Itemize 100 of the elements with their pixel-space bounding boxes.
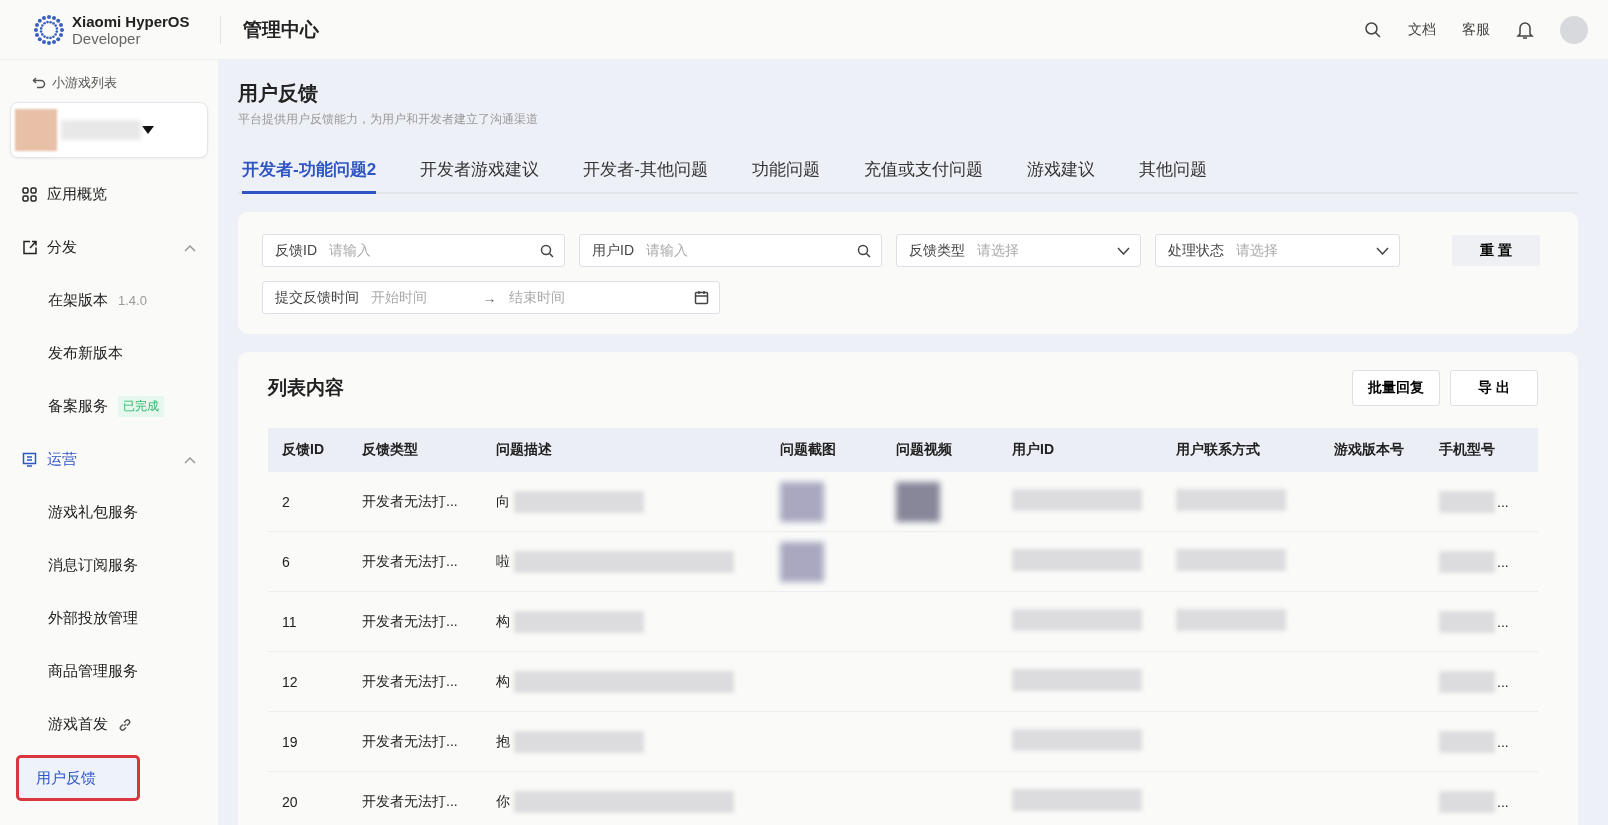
grid-icon (22, 187, 37, 202)
header-link[interactable]: 文档 (1408, 20, 1436, 39)
status-badge: 已完成 (118, 396, 164, 417)
table-cell: 抱 (496, 732, 510, 751)
nav-item[interactable]: 游戏首发 (10, 698, 208, 751)
nav-group-header[interactable]: 分发 (10, 221, 208, 274)
search-icon (540, 243, 554, 258)
section-title: 管理中心 (242, 17, 319, 42)
column-header: 用户ID (1012, 441, 1055, 459)
chain-link-icon (118, 717, 132, 732)
blurred-text (1439, 790, 1495, 813)
nav-item[interactable]: 在架版本 1.4.0 (10, 274, 208, 327)
table-cell-text: 开发者无法打... (362, 552, 459, 571)
tab[interactable]: 开发者-其他问题 (583, 154, 708, 194)
brand-subtitle: Developer (72, 29, 141, 47)
search-icon (857, 243, 871, 258)
table-cell-text: 6 (282, 553, 291, 570)
table-cell-text: 11 (282, 613, 298, 630)
table-cell: 构 (496, 612, 510, 631)
tab[interactable]: 充值或支付问题 (863, 154, 983, 194)
action-button[interactable]: 导 出 (1450, 370, 1538, 406)
brand-name: Xiaomi HyperOS (72, 12, 190, 30)
table-cell: ... (1497, 733, 1509, 750)
field-label: 处理状态 (1168, 241, 1224, 260)
table-cell: ... (1497, 493, 1509, 510)
table-cell-text: 开发者无法打... (362, 792, 459, 811)
tab[interactable]: 游戏建议 (1026, 154, 1095, 194)
list-title: 列表内容 (268, 376, 344, 400)
nav-item[interactable]: 消息订阅服务 (10, 539, 208, 592)
column-header: 问题截图 (780, 441, 837, 459)
blurred-text (1439, 490, 1495, 513)
nav-item[interactable]: 备案服务 已完成 (10, 380, 208, 433)
table-cell: ... (1497, 673, 1509, 690)
placeholder-text: 请选择 (977, 241, 1019, 260)
action-button[interactable]: 批量回复 (1352, 370, 1440, 406)
date-range-field[interactable]: 提交反馈时间 开始时间 → 结束时间 (262, 281, 720, 314)
blurred-app-thumbnail (15, 109, 57, 151)
placeholder-text: 请选择 (1236, 241, 1278, 260)
chevron-down-icon (1376, 246, 1389, 255)
dotted-ring-logo-icon (32, 12, 66, 47)
column-header: 问题视频 (896, 441, 953, 459)
table-cell: 你 (496, 792, 510, 811)
back-link[interactable]: 小游戏列表 (10, 70, 208, 102)
table-cell: 啦 (496, 552, 510, 571)
placeholder-text: 请输入 (646, 241, 688, 260)
search-field[interactable]: 用户ID 请输入 (579, 234, 882, 267)
select-field[interactable]: 反馈类型 请选择 (896, 234, 1141, 267)
placeholder-text: 结束时间 (508, 288, 566, 307)
table-cell-text: 12 (282, 673, 299, 690)
search-icon[interactable] (1364, 20, 1382, 39)
nav-group-header[interactable]: 运营 (10, 433, 208, 486)
column-header: 反馈类型 (362, 441, 419, 459)
page-subtitle: 平台提供用户反馈能力，为用户和开发者建立了沟通渠道 (238, 111, 539, 128)
nav-item[interactable]: 应用概览 (10, 168, 208, 221)
blurred-text (1439, 610, 1495, 633)
table-cell: ... (1497, 793, 1509, 810)
nav-item[interactable]: 用户反馈 (16, 755, 140, 801)
caret-icon (141, 125, 155, 135)
tab[interactable]: 开发者-功能问题2 (242, 154, 377, 194)
nav-item[interactable]: 外部投放管理 (10, 592, 208, 645)
tab[interactable]: 功能问题 (751, 154, 820, 194)
tab[interactable]: 开发者游戏建议 (420, 154, 540, 194)
bell-icon[interactable] (1516, 19, 1534, 40)
column-header: 手机型号 (1439, 441, 1496, 459)
placeholder-text: 请输入 (329, 241, 371, 260)
column-header: 用户联系方式 (1176, 441, 1261, 459)
chevron-down-icon (1117, 246, 1130, 255)
column-header: 游戏版本号 (1334, 441, 1405, 459)
nav-item[interactable]: 发布新版本 (10, 327, 208, 380)
table-cell-text: 20 (282, 793, 299, 810)
column-header: 问题描述 (496, 441, 553, 459)
table-cell-text: 开发者无法打... (362, 492, 459, 511)
table-cell-text: 2 (282, 493, 291, 510)
column-header: 反馈ID (282, 441, 325, 459)
nav-item[interactable]: 商品管理服务 (10, 645, 208, 698)
monitor-icon (22, 452, 37, 467)
blurred-text (1439, 670, 1495, 693)
blurred-text (1439, 730, 1495, 753)
table-cell: ... (1497, 613, 1509, 630)
select-field[interactable]: 处理状态 请选择 (1155, 234, 1400, 267)
table-cell: ... (1497, 553, 1509, 570)
reset-button[interactable]: 重 置 (1452, 235, 1540, 266)
range-arrow: → (482, 289, 497, 306)
table-cell-text: 开发者无法打... (362, 672, 459, 691)
header-link[interactable]: 客服 (1462, 20, 1490, 39)
search-field[interactable]: 反馈ID 请输入 (262, 234, 565, 267)
version-number: 1.4.0 (118, 293, 147, 308)
table-cell-text: 19 (282, 733, 299, 750)
field-label: 用户ID (592, 241, 634, 260)
table-cell: 构 (496, 672, 510, 691)
field-label: 反馈类型 (909, 241, 965, 260)
calendar-icon (694, 290, 709, 305)
page-title: 用户反馈 (238, 81, 319, 106)
placeholder-text: 开始时间 (371, 288, 427, 307)
field-label: 提交反馈时间 (275, 288, 359, 307)
field-label: 反馈ID (275, 241, 317, 260)
tab[interactable]: 其他问题 (1138, 154, 1207, 194)
table-cell: 向 (496, 492, 510, 511)
nav-item[interactable]: 游戏礼包服务 (10, 486, 208, 539)
table-cell-text: 开发者无法打... (362, 732, 459, 751)
